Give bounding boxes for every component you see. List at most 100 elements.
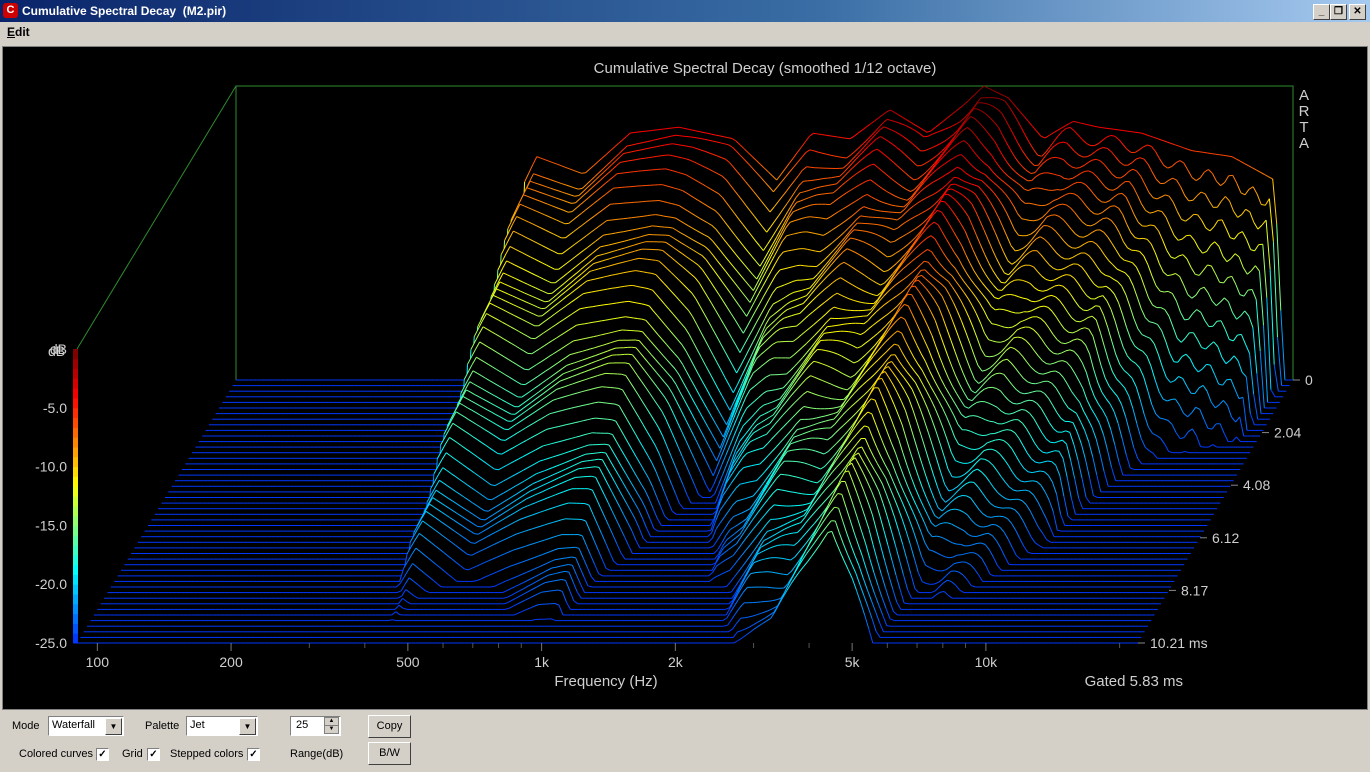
slice-curve-segment xyxy=(1029,202,1034,205)
app-icon[interactable]: C xyxy=(3,3,18,18)
slice-curve-segment xyxy=(895,205,900,207)
slice-curve-segment xyxy=(1084,170,1089,172)
slice-curve-segment xyxy=(1061,342,1066,345)
slice-curve-segment xyxy=(696,137,701,139)
slice-curve-segment xyxy=(1122,129,1127,132)
slice-curve-segment xyxy=(578,187,583,190)
slice-curve-segment xyxy=(632,159,637,161)
slice-curve-segment xyxy=(1211,153,1216,155)
slice-curve-segment xyxy=(991,323,997,325)
slice-curve-segment xyxy=(640,157,645,160)
slice-curve-segment xyxy=(1134,131,1139,134)
side-wall-edge xyxy=(76,85,237,350)
slice-curve-segment xyxy=(628,159,633,162)
slice-curve-segment xyxy=(861,302,866,304)
slice-curve-segment xyxy=(1215,153,1220,156)
slice-curve-segment xyxy=(1101,201,1106,203)
slice-curve-segment xyxy=(679,135,684,137)
slice-curve-segment xyxy=(1108,189,1114,191)
slice-curve-segment xyxy=(664,143,669,146)
slice-curve-segment xyxy=(588,306,593,308)
slice-curve-segment xyxy=(1095,305,1100,307)
slice-curve-segment xyxy=(625,171,630,174)
slice-curve-segment xyxy=(654,129,659,131)
slice-curve-segment xyxy=(619,231,624,233)
slice-curve-segment xyxy=(985,355,990,358)
slice-curve-segment xyxy=(860,215,865,217)
restore-button[interactable]: ❐ xyxy=(1330,4,1347,20)
slice-curve-segment xyxy=(605,319,610,321)
slice-curve-segment xyxy=(581,172,586,174)
slice-curve-segment xyxy=(816,193,822,196)
slice-curve-segment xyxy=(630,132,635,134)
slice-curve-segment xyxy=(647,272,652,274)
slice-curve-segment xyxy=(1094,213,1099,215)
slice-curve-segment xyxy=(811,179,816,181)
slice-curve-segment xyxy=(636,158,641,160)
slice-curve-segment xyxy=(663,215,668,218)
slice-curve-segment xyxy=(837,136,842,139)
slice-curve-segment xyxy=(671,134,676,137)
slice-curve-segment xyxy=(1199,151,1204,153)
slice-curve-segment xyxy=(1188,199,1193,202)
menu-edit[interactable]: Edit xyxy=(7,25,30,39)
slice-curve-segment xyxy=(666,127,672,130)
slice-curve-segment xyxy=(691,136,697,139)
slice-curve-segment xyxy=(604,303,609,306)
slice-curve-segment xyxy=(620,285,625,288)
slice-curve-segment xyxy=(592,305,597,308)
slice-curve-segment xyxy=(588,321,594,324)
slice-curve-segment xyxy=(1130,131,1135,133)
slice-curve-segment xyxy=(580,323,585,325)
slice-curve-segment xyxy=(822,217,827,220)
slice-curve-segment xyxy=(656,155,662,157)
slice-curve-segment xyxy=(1117,192,1123,195)
slice-curve-segment xyxy=(821,134,826,136)
title-bar: C Cumulative Spectral Decay (M2.pir) _ ❐… xyxy=(0,0,1370,22)
slice-curve-segment xyxy=(1105,127,1111,130)
slice-curve-segment xyxy=(687,136,693,138)
slice-curve-segment xyxy=(639,270,644,273)
slice-curve-segment xyxy=(580,307,585,310)
slice-curve-segment xyxy=(643,271,648,274)
slice-curve-segment xyxy=(1008,326,1013,329)
slice-curve-segment xyxy=(861,230,867,232)
slice-curve-segment xyxy=(842,308,847,311)
slice-curve-segment xyxy=(820,193,826,195)
slice-curve-segment xyxy=(1018,279,1023,281)
slice-curve-segment xyxy=(1247,289,1253,291)
slice-curve-segment xyxy=(676,143,681,146)
slice-curve-segment xyxy=(835,175,840,178)
close-button[interactable]: ✕ xyxy=(1349,4,1366,20)
slice-curve-segment xyxy=(603,288,608,291)
slice-curve-segment xyxy=(1075,320,1081,323)
window-title: Cumulative Spectral Decay (M2.pir) xyxy=(22,4,227,18)
slice-curve-segment xyxy=(571,202,576,204)
slice-curve-segment xyxy=(1191,150,1196,152)
slice-curve-segment xyxy=(655,214,660,216)
minimize-button[interactable]: _ xyxy=(1313,4,1330,20)
slice-curve-segment xyxy=(610,219,616,221)
slice-curve-segment xyxy=(864,216,869,218)
slice-curve-segment xyxy=(805,278,810,281)
waterfall-chart: dB-5.0-10.0-15.0-20.0-25.0100 200 500 1k 2k 5… xyxy=(35,60,1313,690)
slice-curve-segment xyxy=(838,156,843,158)
slice-curve-segment xyxy=(831,176,836,179)
slice-curve-segment xyxy=(1195,150,1200,153)
slice-curve-segment xyxy=(584,322,589,325)
slice-curve-segment xyxy=(633,170,638,173)
slice-curve-segment xyxy=(846,317,851,319)
slice-curve-segment xyxy=(1055,156,1060,159)
slice-curve-segment xyxy=(1032,187,1037,190)
slice-curve-segment xyxy=(1206,363,1211,366)
slice-curve-segment xyxy=(670,127,676,129)
slice-curve-segment xyxy=(1219,281,1224,284)
slice-curve-segment xyxy=(635,339,640,342)
slice-curve-segment xyxy=(800,264,805,267)
slice-curve-segment xyxy=(646,130,651,132)
slice-curve-segment xyxy=(608,303,613,305)
slice-curve-segment xyxy=(607,287,612,290)
slice-curve-segment xyxy=(609,318,614,320)
slice-curve-segment xyxy=(1200,446,1205,448)
slice-curve-segment xyxy=(624,285,629,287)
